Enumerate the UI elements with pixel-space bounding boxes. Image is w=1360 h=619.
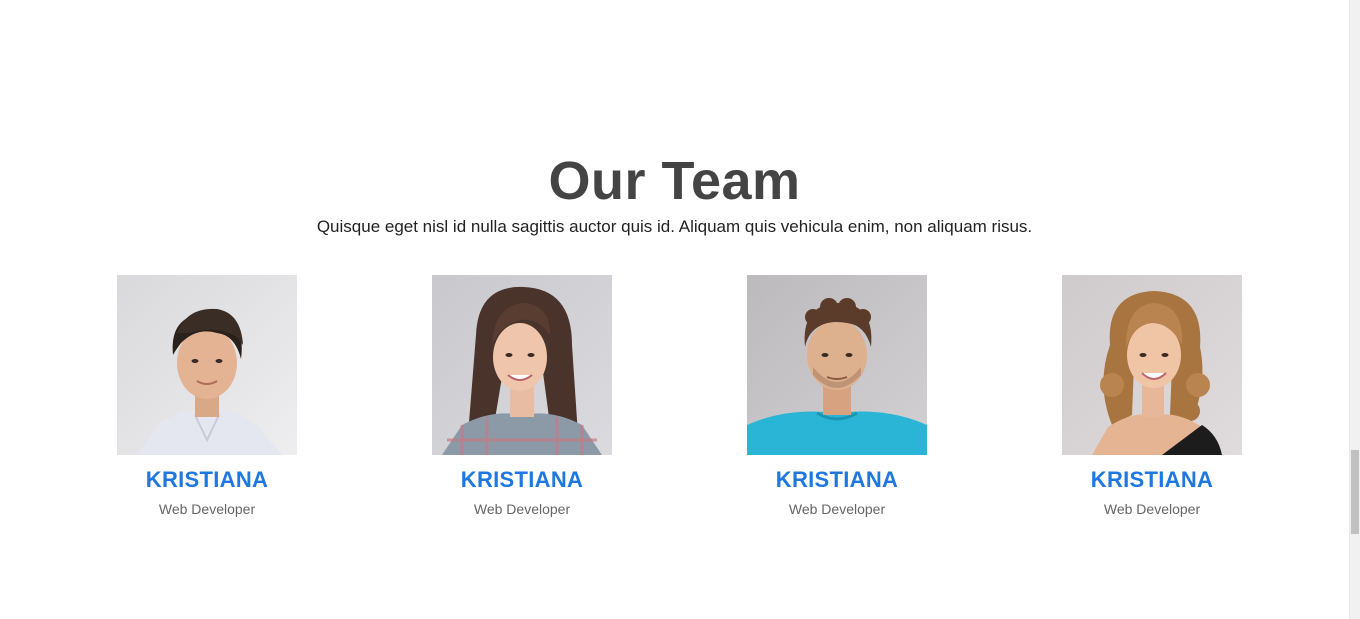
team-card: KRISTIANA Web Developer (747, 275, 927, 517)
member-name[interactable]: KRISTIANA (1062, 467, 1242, 493)
member-role: Web Developer (788, 501, 886, 517)
woman-portrait-icon (1062, 275, 1242, 455)
scrollbar-thumb[interactable] (1351, 450, 1359, 534)
member-name[interactable]: KRISTIANA (432, 467, 612, 493)
team-member-photo[interactable] (432, 275, 612, 455)
team-member-photo[interactable] (1062, 275, 1242, 455)
member-name[interactable]: KRISTIANA (117, 467, 297, 493)
member-name[interactable]: KRISTIANA (747, 467, 927, 493)
member-role: Web Developer (473, 501, 571, 517)
man-portrait-icon (117, 275, 297, 455)
member-role: Web Developer (1103, 501, 1201, 517)
woman-portrait-icon (432, 275, 612, 455)
section-subtitle: Quisque eget nisl id nulla sagittis auct… (316, 217, 1033, 236)
man-portrait-icon (747, 275, 927, 455)
team-card: KRISTIANA Web Developer (117, 275, 297, 517)
team-card: KRISTIANA Web Developer (1062, 275, 1242, 517)
team-page: Our Team Quisque eget nisl id nulla sagi… (0, 0, 1360, 619)
team-member-photo[interactable] (117, 275, 297, 455)
member-role: Web Developer (158, 501, 256, 517)
section-title: Our Team (548, 151, 801, 211)
team-card: KRISTIANA Web Developer (432, 275, 612, 517)
vertical-scrollbar[interactable] (1349, 0, 1360, 619)
team-member-photo[interactable] (747, 275, 927, 455)
